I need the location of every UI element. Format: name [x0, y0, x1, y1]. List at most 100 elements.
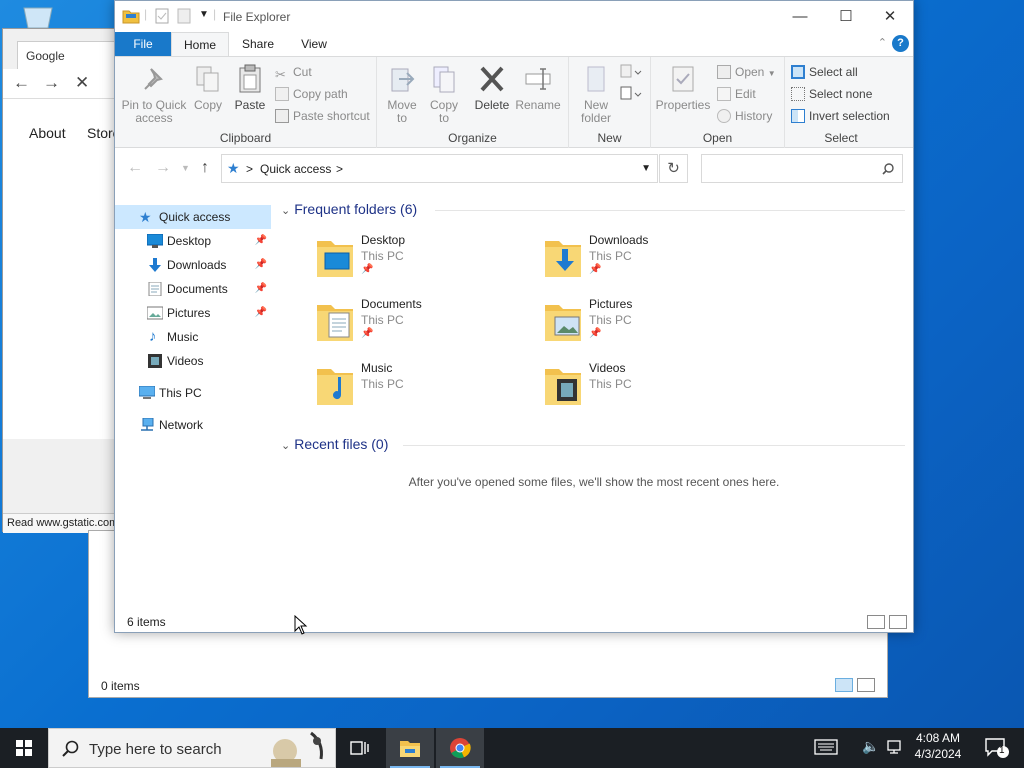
frequent-folders-header[interactable]: ⌄ Frequent folders (6) [281, 201, 417, 217]
breadcrumb-separator[interactable]: > [336, 162, 343, 176]
downloads-icon [149, 258, 161, 272]
folder-tile-pictures[interactable]: Pictures This PC 📌 [539, 295, 769, 357]
nav-label: This PC [159, 386, 202, 400]
forward-arrow-icon[interactable]: → [43, 73, 60, 93]
address-bar[interactable]: ★ > Quick access > ▼ [221, 154, 658, 183]
paste-button[interactable]: Paste [231, 63, 269, 112]
properties-button[interactable]: Properties [655, 63, 711, 112]
copy-path-icon [275, 87, 289, 101]
nav-label: Documents [167, 282, 228, 296]
taskbar-file-explorer[interactable] [386, 728, 434, 768]
maximize-button[interactable]: ☐ [823, 1, 869, 32]
address-row: ← → ▼ ↑ ★ > Quick access > ▼ ↻ [115, 149, 913, 189]
star-icon: ★ [227, 160, 240, 176]
taskbar-chrome[interactable] [436, 728, 484, 768]
address-dropdown-icon[interactable]: ▼ [641, 163, 651, 174]
action-center-tablet-icon[interactable] [814, 738, 838, 759]
edit-button[interactable]: Edit [717, 87, 756, 101]
search-input[interactable] [701, 154, 903, 183]
network-tray-icon[interactable] [886, 738, 904, 759]
nav-item-music[interactable]: ♪ Music [115, 325, 271, 349]
new-folder-qat-icon[interactable] [177, 8, 191, 24]
tab-share[interactable]: Share [233, 32, 283, 56]
nav-item-desktop[interactable]: Desktop 📌 [115, 229, 271, 253]
folder-tile-downloads[interactable]: Downloads This PC 📌 [539, 231, 769, 293]
new-item-icon[interactable] [619, 63, 643, 79]
help-icon[interactable]: ? [892, 35, 909, 52]
invert-selection-icon [791, 109, 805, 123]
empty-recent-message: After you've opened some files, we'll sh… [408, 475, 780, 489]
folder-tile-desktop[interactable]: Desktop This PC 📌 [311, 231, 541, 293]
folder-tile-documents[interactable]: Documents This PC 📌 [311, 295, 541, 357]
breadcrumb-separator[interactable]: > [246, 162, 253, 176]
videos-icon [148, 354, 162, 368]
back-arrow-icon[interactable]: ← [13, 73, 30, 93]
pin-to-quick-access-button[interactable]: Pin to Quick access [119, 63, 189, 125]
taskbar-search-box[interactable]: Type here to search [48, 728, 336, 768]
nav-item-this-pc[interactable]: This PC [115, 381, 271, 405]
select-all-button[interactable]: Select all [791, 65, 858, 79]
nav-label: Downloads [167, 258, 227, 272]
close-button[interactable]: ✕ [867, 1, 913, 32]
chrome-page: About Store [3, 99, 121, 439]
tab-file[interactable]: File [115, 32, 171, 56]
details-view-button[interactable] [835, 677, 853, 692]
folder-tile-music[interactable]: Music This PC [311, 359, 541, 421]
navigation-pane: ★ Quick access Desktop 📌 Downloads 📌 Doc… [115, 201, 273, 601]
start-button[interactable] [0, 728, 48, 768]
nav-item-pictures[interactable]: Pictures 📌 [115, 301, 271, 325]
cut-button[interactable]: ✂ Cut [275, 65, 312, 82]
system-clock[interactable]: 4:08 AM 4/3/2024 [904, 730, 972, 762]
invert-selection-button[interactable]: Invert selection [791, 109, 890, 123]
copy-path-button[interactable]: Copy path [275, 87, 348, 101]
nav-item-quick-access[interactable]: ★ Quick access [115, 205, 271, 229]
chrome-tab[interactable]: Google [17, 41, 117, 69]
folder-name: Videos [589, 361, 626, 375]
tab-view[interactable]: View [289, 32, 339, 56]
folder-location: This PC [589, 377, 632, 391]
select-none-button[interactable]: Select none [791, 87, 872, 101]
paste-shortcut-button[interactable]: Paste shortcut [275, 109, 370, 123]
group-label: Open [702, 131, 733, 145]
large-icons-view-button[interactable] [889, 614, 907, 629]
recent-locations-icon[interactable]: ▼ [181, 163, 190, 173]
minimize-button[interactable]: — [777, 1, 823, 32]
folder-tile-videos[interactable]: Videos This PC [539, 359, 769, 421]
copy-to-button[interactable]: Copy to [425, 63, 463, 125]
group-label: Select [824, 131, 858, 145]
search-placeholder: Type here to search [89, 741, 222, 758]
new-folder-button[interactable]: New folder [573, 63, 619, 125]
delete-button[interactable]: Delete [471, 63, 513, 112]
properties-qat-icon[interactable] [155, 8, 169, 24]
refresh-button[interactable]: ↻ [659, 154, 688, 183]
tab-home[interactable]: Home [171, 32, 229, 56]
forward-arrow-icon[interactable]: → [155, 159, 171, 177]
pictures-folder-icon [545, 305, 581, 341]
move-to-button[interactable]: Move to [383, 63, 421, 125]
qat-dropdown-icon[interactable]: ▼ [199, 9, 209, 20]
history-button[interactable]: History [717, 109, 772, 123]
volume-icon[interactable]: 🔈 [862, 738, 879, 755]
easy-access-icon[interactable] [619, 85, 643, 101]
breadcrumb-quick-access[interactable]: Quick access [260, 162, 331, 176]
recent-files-header[interactable]: ⌄ Recent files (0) [281, 436, 388, 452]
back-arrow-icon[interactable]: ← [127, 159, 143, 177]
large-icons-view-button[interactable] [857, 677, 875, 692]
rename-button[interactable]: Rename [515, 63, 561, 112]
nav-item-documents[interactable]: Documents 📌 [115, 277, 271, 301]
nav-item-videos[interactable]: Videos [115, 349, 271, 373]
nav-item-downloads[interactable]: Downloads 📌 [115, 253, 271, 277]
nav-item-network[interactable]: Network [115, 413, 271, 437]
open-button[interactable]: Open ▼ [717, 65, 776, 79]
recycle-bin-icon[interactable] [18, 6, 58, 28]
section-title: Frequent folders (6) [294, 201, 418, 217]
stop-icon[interactable]: ✕ [75, 73, 89, 93]
up-arrow-icon[interactable]: ↑ [201, 159, 209, 177]
notification-center-icon[interactable]: 1 [984, 737, 1010, 762]
task-view-button[interactable] [336, 728, 384, 768]
collapse-ribbon-icon[interactable]: ⌃ [878, 36, 887, 49]
details-view-button[interactable] [867, 614, 885, 629]
copy-button[interactable]: Copy [191, 63, 225, 112]
link-about[interactable]: About [29, 125, 66, 141]
group-label: New [597, 131, 622, 145]
